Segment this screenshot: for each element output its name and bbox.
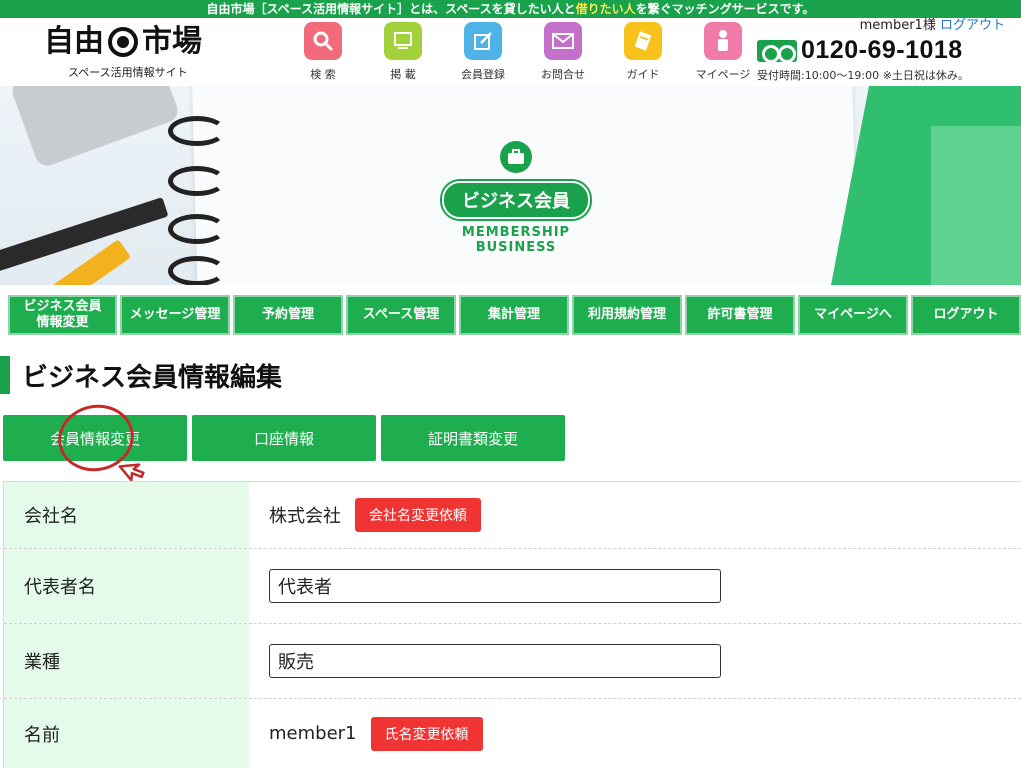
- nav-mypage-label: マイページ: [695, 68, 751, 81]
- industry-label: 業種: [4, 624, 249, 698]
- form-row-representative: 代表者名: [4, 549, 1021, 624]
- top-banner-highlight: 借りたい人: [575, 2, 636, 16]
- nav-contact-label: お問合せ: [541, 68, 585, 81]
- freedial-icon: [757, 39, 797, 63]
- menu-business-info[interactable]: ビジネス会員 情報変更: [8, 295, 117, 335]
- spiral-ring: [168, 214, 226, 244]
- mail-icon: [544, 22, 582, 60]
- green-chart-image-accent: [931, 126, 1021, 285]
- name-value: member1: [269, 723, 357, 744]
- menu-logout[interactable]: ログアウト: [911, 295, 1021, 335]
- logo-text-right: 市場: [142, 24, 202, 59]
- nav-contact[interactable]: お問合せ: [523, 22, 603, 82]
- header-logout-link[interactable]: ログアウト: [940, 18, 1005, 33]
- search-icon: [304, 22, 342, 60]
- phone-line: 0120-69-1018: [757, 36, 1005, 65]
- site-header: 自由 市場 スペース活用情報サイト 検 索 掲 載 会員登録 お問合せ ガイド …: [0, 18, 1021, 86]
- menu-mypage[interactable]: マイページへ: [798, 295, 908, 335]
- business-hours: 受付時間:10:00～19:00 ※土日祝は休み。: [757, 69, 969, 82]
- nav-guide[interactable]: ガイド: [603, 22, 683, 82]
- representative-label: 代表者名: [4, 549, 249, 623]
- logo-astronaut-icon: [108, 27, 138, 57]
- menu-spaces[interactable]: スペース管理: [346, 295, 456, 335]
- top-banner-text-1: 自由市場［スペース活用情報サイト］とは、スペースを貸したい人と: [206, 2, 576, 16]
- menu-statistics[interactable]: 集計管理: [459, 295, 569, 335]
- member-name: member1様: [859, 18, 936, 33]
- member-menu: ビジネス会員 情報変更 メッセージ管理 予約管理 スペース管理 集計管理 利用規約…: [8, 295, 1021, 335]
- company-label: 会社名: [4, 482, 249, 548]
- menu-permits[interactable]: 許可書管理: [685, 295, 795, 335]
- company-change-request-button[interactable]: 会社名変更依頼: [355, 498, 481, 532]
- logo-title: 自由 市場: [44, 24, 234, 60]
- form-row-company: 会社名 株式会社 会社名変更依頼: [4, 482, 1021, 549]
- nav-search-label: 検 索: [310, 68, 336, 81]
- representative-input[interactable]: [269, 569, 721, 603]
- nav-post[interactable]: 掲 載: [363, 22, 443, 82]
- menu-reservations[interactable]: 予約管理: [233, 295, 343, 335]
- top-banner: 自由市場［スペース活用情報サイト］とは、スペースを貸したい人と借りたい人を繋ぐマ…: [0, 0, 1021, 18]
- phone-number[interactable]: 0120-69-1018: [801, 36, 963, 65]
- hero-banner: ビジネス会員 MEMBERSHIP BUSINESS: [0, 86, 1021, 285]
- page-title: ビジネス会員情報編集: [22, 362, 283, 393]
- menu-messages[interactable]: メッセージ管理: [120, 295, 230, 335]
- person-icon: [704, 22, 742, 60]
- name-label: 名前: [4, 699, 249, 768]
- edit-icon: [464, 22, 502, 60]
- logo-text-left: 自由: [44, 24, 104, 59]
- calculator-image: [9, 86, 181, 169]
- spiral-ring: [168, 116, 226, 146]
- site-logo[interactable]: 自由 市場 スペース活用情報サイト: [44, 24, 234, 80]
- top-banner-text-2: を繋ぐマッチングサービスです。: [635, 2, 815, 16]
- spiral-ring: [168, 256, 226, 285]
- nav-search[interactable]: 検 索: [283, 22, 363, 82]
- page-title-block: ビジネス会員情報編集: [0, 356, 282, 394]
- header-contact: member1様 ログアウト 0120-69-1018 受付時間:10:00～1…: [757, 18, 1005, 83]
- nav-post-label: 掲 載: [390, 68, 416, 81]
- nav-register-label: 会員登録: [461, 68, 505, 81]
- form-row-industry: 業種: [4, 624, 1021, 699]
- industry-input[interactable]: [269, 644, 721, 678]
- form-row-name: 名前 member1 氏名変更依頼: [4, 699, 1021, 768]
- hero-subtitle: MEMBERSHIP BUSINESS: [461, 225, 571, 255]
- member-status: member1様 ログアウト: [757, 18, 1005, 34]
- menu-business-info-label: ビジネス会員 情報変更: [23, 299, 102, 330]
- nav-mypage[interactable]: マイページ: [683, 22, 763, 82]
- spiral-ring: [168, 166, 226, 196]
- briefcase-icon: [500, 141, 532, 173]
- hero-badge: ビジネス会員 MEMBERSHIP BUSINESS: [433, 141, 599, 255]
- monitor-icon: [384, 22, 422, 60]
- tab-certificates[interactable]: 証明書類変更: [381, 415, 565, 461]
- nav-guide-label: ガイド: [626, 68, 660, 81]
- title-accent-bar: [0, 356, 10, 394]
- header-nav: 検 索 掲 載 会員登録 お問合せ ガイド マイページ: [283, 22, 763, 82]
- nav-register[interactable]: 会員登録: [443, 22, 523, 82]
- name-change-request-button[interactable]: 氏名変更依頼: [370, 716, 483, 751]
- logo-subtitle: スペース活用情報サイト: [68, 66, 188, 79]
- menu-terms[interactable]: 利用規約管理: [572, 295, 682, 335]
- tab-bank-account[interactable]: 口座情報: [192, 415, 376, 461]
- hero-title: ビジネス会員: [442, 181, 590, 219]
- guide-icon: [624, 22, 662, 60]
- member-form: 会社名 株式会社 会社名変更依頼 代表者名 業種 名前 member1 氏名変更…: [3, 481, 1021, 768]
- company-value: 株式会社: [269, 506, 341, 527]
